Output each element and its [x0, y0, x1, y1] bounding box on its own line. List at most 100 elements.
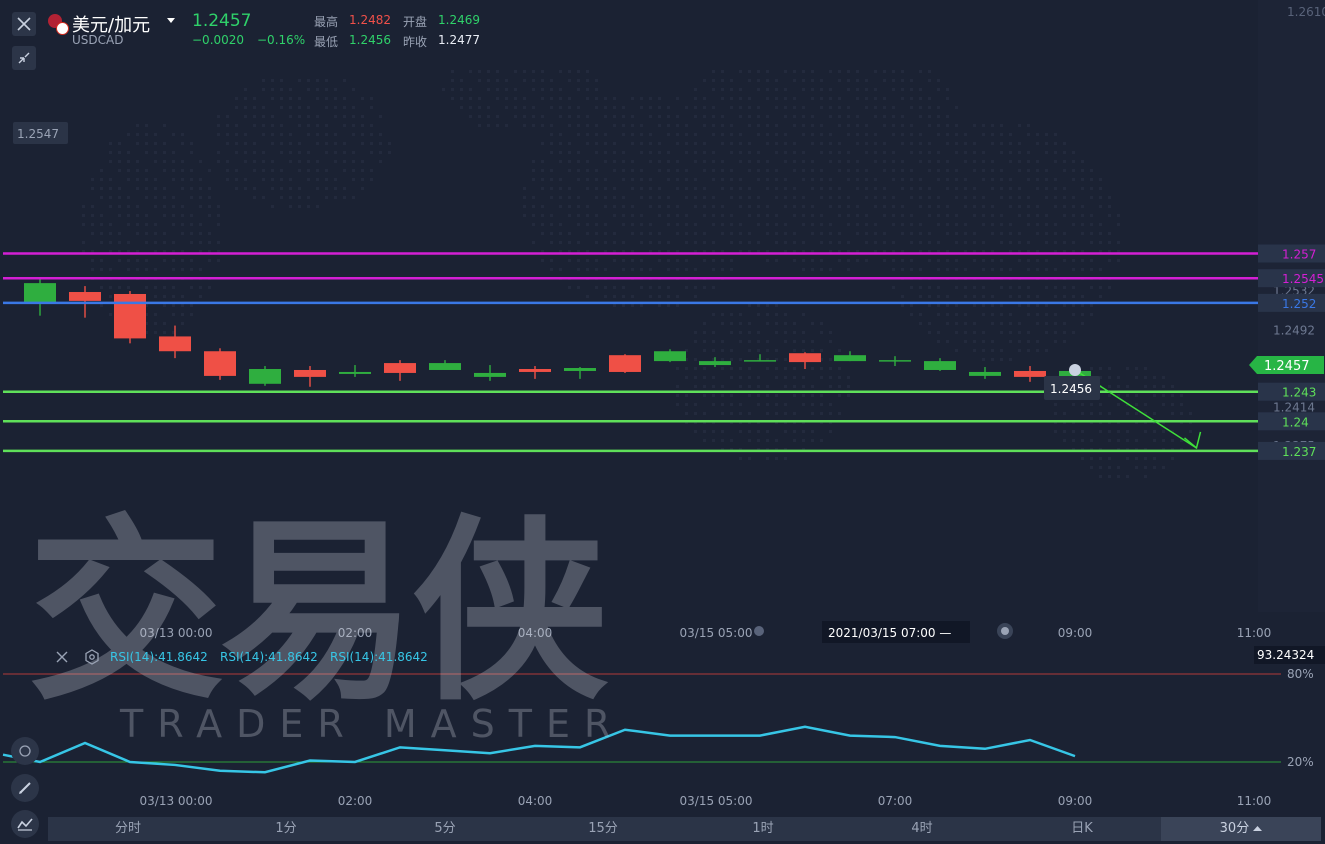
map-dot — [712, 349, 715, 352]
map-dot — [1045, 259, 1048, 262]
map-dot — [1027, 124, 1030, 127]
tab-timeshare[interactable]: 分时 — [88, 817, 168, 841]
tab-1min[interactable]: 1分 — [246, 817, 326, 841]
map-dot — [1045, 322, 1048, 325]
map-dot — [766, 412, 769, 415]
map-dot — [694, 367, 697, 370]
chart-svg[interactable]: 1.26101.25321.24921.24531.24141.23751.25… — [0, 0, 1325, 844]
map-dot — [811, 403, 814, 406]
chevron-down-icon[interactable] — [166, 17, 176, 25]
map-dot — [154, 196, 157, 199]
map-dot — [199, 241, 202, 244]
map-dot — [1027, 178, 1030, 181]
indicator-button[interactable] — [11, 810, 39, 838]
map-dot — [586, 295, 589, 298]
tab-daily[interactable]: 日K — [1042, 817, 1122, 841]
map-dot — [919, 232, 922, 235]
map-dot — [838, 259, 841, 262]
map-dot — [694, 232, 697, 235]
map-dot — [892, 160, 895, 163]
map-dot — [982, 223, 985, 226]
map-dot — [1045, 187, 1048, 190]
map-dot — [973, 241, 976, 244]
map-dot — [532, 115, 535, 118]
map-dot — [244, 160, 247, 163]
map-dot — [829, 196, 832, 199]
tab-30min[interactable]: 30分 — [1161, 817, 1321, 841]
map-dot — [1018, 196, 1021, 199]
map-dot — [487, 70, 490, 73]
drawing-tools-button[interactable] — [11, 737, 39, 765]
map-dot — [703, 286, 706, 289]
map-dot — [793, 394, 796, 397]
map-dot — [568, 124, 571, 127]
pen-button[interactable] — [11, 774, 39, 802]
map-dot — [820, 439, 823, 442]
map-dot — [1072, 286, 1075, 289]
map-dot — [163, 331, 166, 334]
map-dot — [100, 178, 103, 181]
map-dot — [271, 124, 274, 127]
map-dot — [784, 178, 787, 181]
map-dot — [1072, 178, 1075, 181]
map-dot — [802, 115, 805, 118]
map-dot — [811, 169, 814, 172]
map-dot — [640, 169, 643, 172]
map-dot — [955, 133, 958, 136]
shrink-button[interactable] — [12, 46, 36, 70]
map-dot — [856, 232, 859, 235]
map-dot — [856, 178, 859, 181]
tab-4hour[interactable]: 4时 — [882, 817, 962, 841]
close-button[interactable] — [12, 12, 36, 36]
map-dot — [595, 259, 598, 262]
map-dot — [577, 259, 580, 262]
close-indicator-icon[interactable] — [54, 649, 70, 665]
map-dot — [316, 142, 319, 145]
map-dot — [550, 178, 553, 181]
map-dot — [829, 412, 832, 415]
map-dot — [244, 88, 247, 91]
map-dot — [469, 115, 472, 118]
map-dot — [199, 223, 202, 226]
map-dot — [802, 160, 805, 163]
map-dot — [1171, 394, 1174, 397]
map-dot — [1036, 295, 1039, 298]
map-dot — [739, 367, 742, 370]
map-dot — [145, 241, 148, 244]
map-dot — [1135, 367, 1138, 370]
tab-5min[interactable]: 5分 — [405, 817, 485, 841]
tab-15min[interactable]: 15分 — [563, 817, 643, 841]
trend-arrow-head — [1184, 431, 1202, 450]
map-dot — [1081, 178, 1084, 181]
map-dot — [1063, 241, 1066, 244]
map-dot — [793, 115, 796, 118]
map-dot — [730, 439, 733, 442]
map-dot — [874, 178, 877, 181]
high-label: 最高 — [314, 15, 339, 29]
map-dot — [883, 169, 886, 172]
map-dot — [721, 115, 724, 118]
map-dot — [721, 205, 724, 208]
map-dot — [721, 124, 724, 127]
map-dot — [244, 151, 247, 154]
map-dot — [451, 97, 454, 100]
map-dot — [766, 169, 769, 172]
map-dot — [118, 196, 121, 199]
map-dot — [244, 115, 247, 118]
map-dot — [577, 151, 580, 154]
map-dot — [793, 97, 796, 100]
map-dot — [532, 88, 535, 91]
settings-icon[interactable] — [84, 649, 100, 665]
map-dot — [1018, 340, 1021, 343]
map-dot — [586, 88, 589, 91]
map-dot — [775, 457, 778, 460]
map-dot — [559, 178, 562, 181]
map-dot — [577, 223, 580, 226]
map-dot — [865, 124, 868, 127]
candle-body — [24, 283, 56, 304]
candle-body — [69, 292, 101, 301]
map-dot — [199, 160, 202, 163]
tab-1hour[interactable]: 1时 — [723, 817, 803, 841]
map-dot — [748, 151, 751, 154]
map-dot — [271, 79, 274, 82]
